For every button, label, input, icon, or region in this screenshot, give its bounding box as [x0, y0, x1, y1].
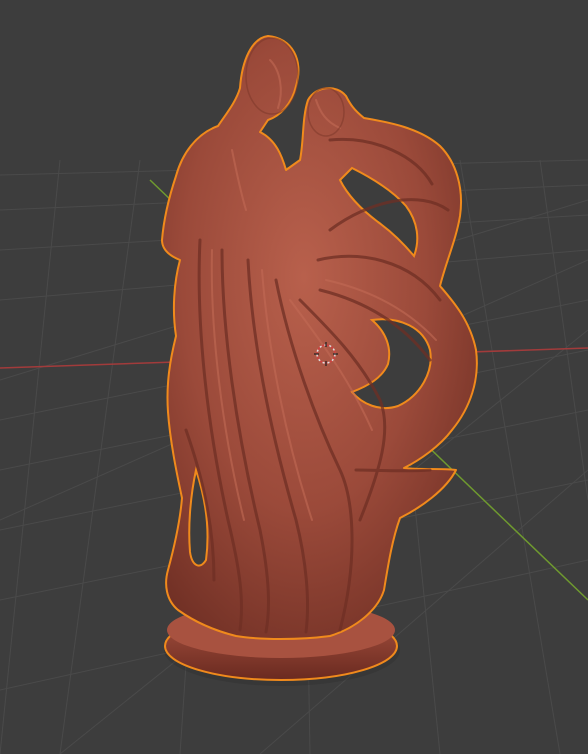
3d-viewport[interactable] [0, 0, 588, 754]
sculpture-body [161, 35, 478, 640]
viewport-canvas[interactable] [0, 0, 588, 754]
